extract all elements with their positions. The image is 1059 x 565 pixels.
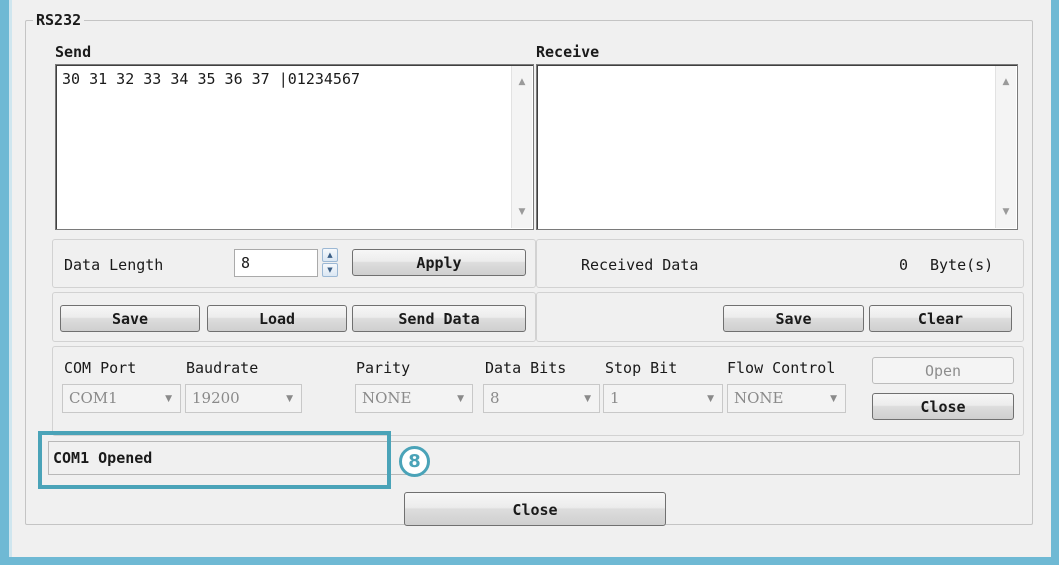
scroll-up-icon[interactable]: ▲ [996, 72, 1016, 92]
stop-bit-label: Stop Bit [605, 359, 678, 377]
baudrate-value: 19200 [192, 389, 240, 407]
data-length-label: Data Length [64, 256, 164, 274]
baudrate-label: Baudrate [186, 359, 259, 377]
chevron-down-icon: ▼ [830, 394, 837, 404]
scroll-down-icon[interactable]: ▼ [512, 202, 532, 222]
data-length-stepper[interactable]: ▲ ▼ [322, 248, 338, 277]
flow-control-label: Flow Control [727, 359, 836, 377]
dialog-close-button[interactable]: Close [404, 492, 666, 526]
window-frame-right [1051, 0, 1059, 565]
com-port-value: COM1 [69, 389, 118, 407]
load-button[interactable]: Load [207, 305, 347, 332]
com-port-select[interactable]: COM1 ▼ [62, 384, 181, 413]
scroll-down-icon[interactable]: ▼ [996, 202, 1016, 222]
data-bits-value: 8 [490, 389, 500, 407]
baudrate-select[interactable]: 19200 ▼ [185, 384, 302, 413]
apply-button[interactable]: Apply [352, 249, 526, 276]
data-bits-select[interactable]: 8 ▼ [483, 384, 600, 413]
flow-control-select[interactable]: NONE ▼ [727, 384, 846, 413]
window-frame-bottom [0, 557, 1059, 565]
clear-button[interactable]: Clear [869, 305, 1012, 332]
receive-textarea[interactable]: ▲ ▼ [536, 64, 1018, 230]
receive-label: Receive [536, 43, 600, 61]
parity-value: NONE [362, 389, 412, 407]
open-button[interactable]: Open [872, 357, 1014, 384]
callout-highlight-box [38, 431, 391, 489]
receive-scrollbar[interactable]: ▲ ▼ [995, 66, 1016, 228]
stepper-down-icon[interactable]: ▼ [322, 263, 338, 277]
callout-number-badge: 8 [399, 446, 430, 477]
flow-control-value: NONE [734, 389, 784, 407]
send-textarea-content: 30 31 32 33 34 35 36 37 |01234567 [62, 70, 361, 88]
send-scrollbar[interactable]: ▲ ▼ [511, 66, 532, 228]
data-length-input[interactable]: 8 [234, 249, 318, 277]
stop-bit-value: 1 [610, 389, 620, 407]
parity-select[interactable]: NONE ▼ [355, 384, 473, 413]
send-label: Send [55, 43, 92, 61]
received-count: 0 [899, 256, 909, 274]
chevron-down-icon: ▼ [457, 394, 464, 404]
stepper-up-icon[interactable]: ▲ [322, 248, 338, 262]
parity-label: Parity [356, 359, 411, 377]
received-data-label: Received Data [581, 256, 699, 274]
chevron-down-icon: ▼ [165, 394, 172, 404]
data-bits-label: Data Bits [485, 359, 567, 377]
send-textarea[interactable]: 30 31 32 33 34 35 36 37 |01234567 ▲ ▼ [55, 64, 534, 230]
chevron-down-icon: ▼ [286, 394, 293, 404]
close-port-button[interactable]: Close [872, 393, 1014, 420]
send-save-button[interactable]: Save [60, 305, 200, 332]
groupbox-title: RS232 [33, 11, 85, 29]
send-data-button[interactable]: Send Data [352, 305, 526, 332]
window-frame-left [0, 0, 9, 565]
scroll-up-icon[interactable]: ▲ [512, 72, 532, 92]
received-unit: Byte(s) [930, 256, 994, 274]
receive-save-button[interactable]: Save [723, 305, 864, 332]
com-port-label: COM Port [64, 359, 137, 377]
stop-bit-select[interactable]: 1 ▼ [603, 384, 723, 413]
chevron-down-icon: ▼ [707, 394, 714, 404]
chevron-down-icon: ▼ [584, 394, 591, 404]
